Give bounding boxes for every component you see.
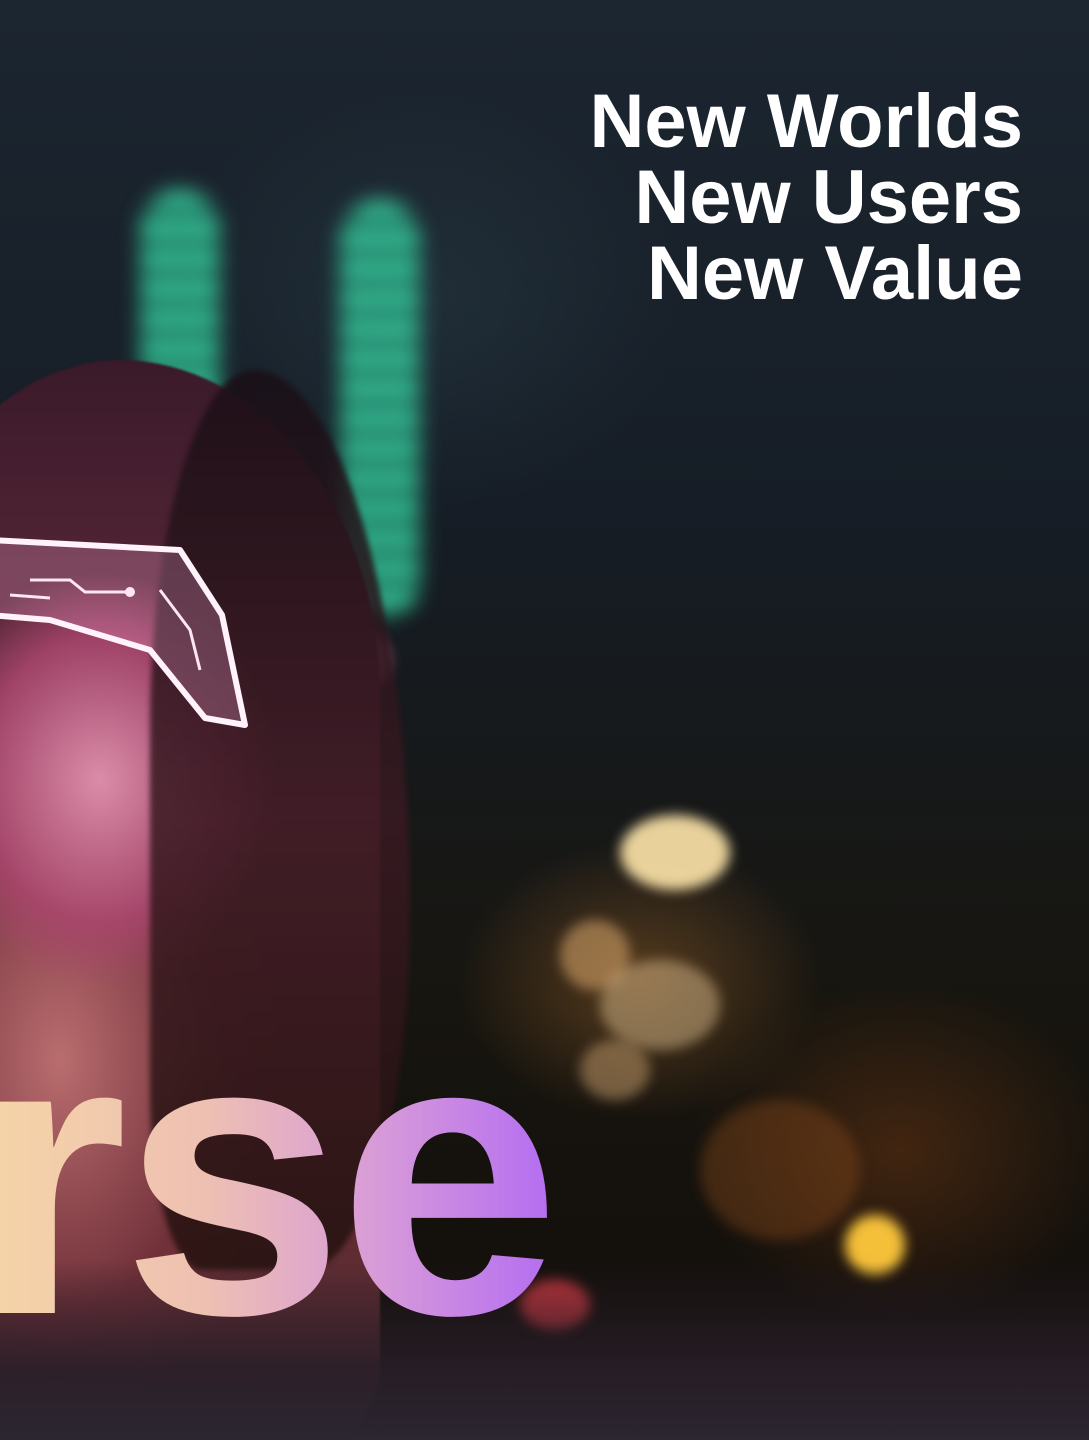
wordmark-fragment: rse (0, 975, 561, 1375)
bokeh-light-warm (620, 815, 730, 890)
bokeh-light-amber (600, 960, 720, 1050)
bokeh-light-amber (580, 1040, 650, 1100)
glowing-visor-icon (0, 537, 248, 728)
hero-banner: New Worlds New Users New Value rse (0, 0, 1089, 1440)
headline-line: New Worlds (589, 79, 1023, 164)
headline-line: New Value (647, 231, 1023, 316)
headline: New Worlds New Users New Value (589, 84, 1023, 312)
headline-line: New Users (634, 155, 1023, 240)
bokeh-light-orange (700, 1100, 860, 1240)
